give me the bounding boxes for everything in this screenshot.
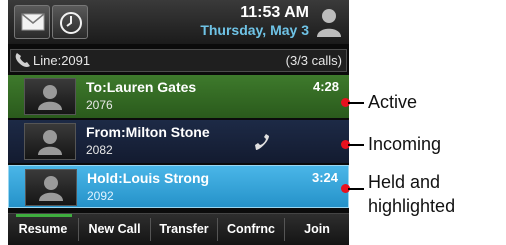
phone-screen: 11:53 AM Thursday, May 3 Line:2091 (3/3 … xyxy=(8,0,349,245)
ringing-handset-icon xyxy=(255,134,269,150)
call-number: 2082 xyxy=(86,143,113,157)
call-row-held[interactable]: Hold:Louis Strong 2092 3:24 xyxy=(8,165,349,208)
call-name: From:Milton Stone xyxy=(86,124,210,140)
clock-button[interactable] xyxy=(52,5,88,39)
callout-label-active: Active xyxy=(368,92,418,112)
call-number: 2092 xyxy=(87,189,114,203)
call-name: To:Lauren Gates xyxy=(86,79,197,95)
avatar xyxy=(25,169,77,206)
conference-softkey[interactable]: Confrnc xyxy=(218,214,284,245)
transfer-softkey[interactable]: Transfer xyxy=(151,214,217,245)
join-softkey[interactable]: Join xyxy=(285,214,349,245)
callout-line-incoming xyxy=(348,144,364,146)
avatar xyxy=(24,78,76,115)
new-call-softkey[interactable]: New Call xyxy=(79,214,150,245)
call-timer: 3:24 xyxy=(311,170,338,185)
call-row-incoming[interactable]: From:Milton Stone 2082 xyxy=(8,120,349,163)
call-count: (3/3 calls) xyxy=(285,53,342,68)
envelope-icon xyxy=(21,13,45,31)
phone-handset-icon xyxy=(15,53,30,67)
call-timer: 4:28 xyxy=(312,79,339,94)
avatar xyxy=(24,123,76,160)
clock-time: 11:53 AM xyxy=(240,4,309,21)
clock-icon xyxy=(60,12,82,34)
user-icon[interactable] xyxy=(315,6,343,38)
line-label: Line:2091 xyxy=(33,53,91,68)
line-bar[interactable]: Line:2091 (3/3 calls) xyxy=(10,49,347,72)
clock-date: Thursday, May 3 xyxy=(200,22,309,38)
contact-avatar-icon xyxy=(39,176,63,201)
callout-label-held: Held and highlighted xyxy=(368,172,456,216)
callout-line-active xyxy=(348,102,364,104)
contact-avatar-icon xyxy=(38,130,62,155)
resume-softkey[interactable]: Resume xyxy=(8,214,78,245)
callout-label-incoming: Incoming xyxy=(368,134,442,154)
messages-button[interactable] xyxy=(14,5,50,39)
call-row-active[interactable]: To:Lauren Gates 2076 4:28 xyxy=(8,75,349,118)
callout-line-held xyxy=(348,188,364,190)
status-bar: 11:53 AM Thursday, May 3 xyxy=(8,0,349,44)
call-number: 2076 xyxy=(86,98,113,112)
contact-avatar-icon xyxy=(38,85,62,110)
call-name: Hold:Louis Strong xyxy=(87,170,210,186)
softkey-bar: Resume New Call Transfer Confrnc Join xyxy=(8,213,349,245)
